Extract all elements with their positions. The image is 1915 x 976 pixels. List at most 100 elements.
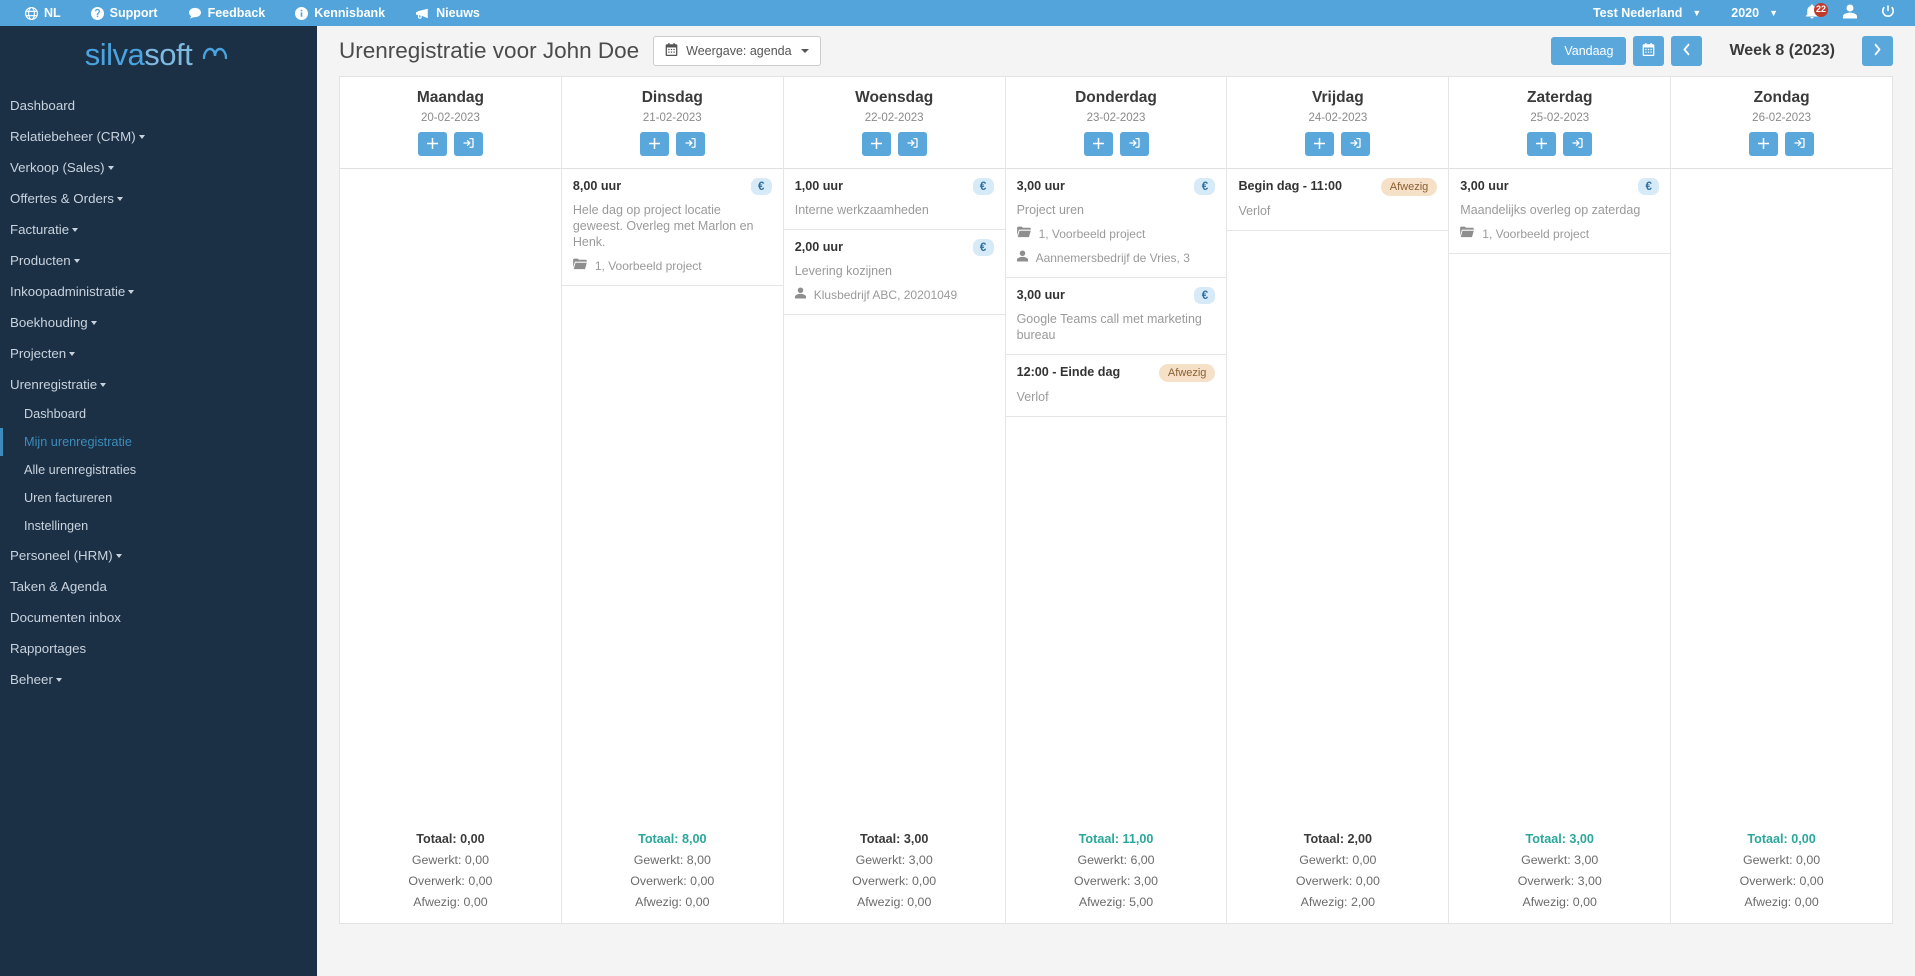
day-column: Woensdag 22-02-2023 1,00 uur € Interne werkz… xyxy=(783,77,1006,923)
time-entry-hours: 3,00 uur xyxy=(1016,179,1065,193)
chevron-down-icon: ▼ xyxy=(1769,8,1778,18)
time-entry-hours: Begin dag - 11:00 xyxy=(1238,179,1343,193)
sidebar: silvasoft Dashboard Relatiebeheer (CRM) … xyxy=(0,26,317,976)
register-day-button[interactable] xyxy=(675,132,705,156)
sidebar-item-boekhouding[interactable]: Boekhouding xyxy=(0,307,317,338)
time-entry-hours: 3,00 uur xyxy=(1016,288,1065,302)
add-hours-button[interactable] xyxy=(1749,132,1779,156)
add-hours-button[interactable] xyxy=(861,132,891,156)
time-entry[interactable]: 3,00 uur € Google Teams call met marketing… xyxy=(1005,278,1227,355)
page-header: Urenregistratie voor John Doe Weergave: … xyxy=(317,26,1915,76)
day-absent: Afwezig: 5,00 xyxy=(1078,895,1154,909)
sign-out-icon xyxy=(462,137,475,152)
sidebar-subitem-mijn-urenregistratie[interactable]: Mijn urenregistratie xyxy=(0,428,317,456)
day-totals: Totaal: 8,00 Gewerkt: 8,00 Overwerk: 0,00 A… xyxy=(562,824,783,923)
day-date: 23-02-2023 xyxy=(1086,112,1146,124)
sidebar-item-documenten-inbox[interactable]: Documenten inbox xyxy=(0,602,317,633)
user-icon xyxy=(794,287,806,303)
day-date: 22-02-2023 xyxy=(864,112,924,124)
topbar-item-kennisbank[interactable]: Kennisbank xyxy=(280,0,400,26)
sidebar-item-taken-agenda[interactable]: Taken & Agenda xyxy=(0,571,317,602)
time-entry-meta: Klusbedrijf ABC, 20201049 xyxy=(794,287,994,303)
caret-down-icon xyxy=(72,228,79,233)
sidebar-item-dashboard[interactable]: Dashboard xyxy=(0,90,317,121)
day-worked: Gewerkt: 0,00 xyxy=(411,853,489,867)
topbar-item-support[interactable]: Support xyxy=(76,0,173,26)
day-absent: Afwezig: 0,00 xyxy=(856,895,932,909)
time-entry-meta-label: Aannemersbedrijf de Vries, 3 xyxy=(1035,250,1190,265)
globe-icon xyxy=(25,6,38,20)
time-entry-meta-label: 1, Voorbeeld project xyxy=(594,258,702,273)
sidebar-item-label: Rapportages xyxy=(10,641,87,656)
time-entry[interactable]: Begin dag - 11:00 Afwezig Verlof xyxy=(1227,169,1449,231)
register-day-button[interactable] xyxy=(1341,132,1371,156)
day-name: Zondag xyxy=(1753,89,1810,106)
register-day-button[interactable] xyxy=(897,132,927,156)
add-hours-button[interactable] xyxy=(1527,132,1557,156)
day-date: 25-02-2023 xyxy=(1530,112,1590,124)
sidebar-subitem-dashboard[interactable]: Dashboard xyxy=(0,400,317,428)
logout-button[interactable] xyxy=(1869,4,1907,22)
sidebar-item-producten[interactable]: Producten xyxy=(0,245,317,276)
sidebar-subitem-instellingen[interactable]: Instellingen xyxy=(0,512,317,540)
topbar-item-nieuws[interactable]: Nieuws xyxy=(400,0,495,26)
sidebar-item-relatiebeheer[interactable]: Relatiebeheer (CRM) xyxy=(0,121,317,152)
brand-logo[interactable]: silvasoft xyxy=(0,26,317,84)
topbar-item-label: Kennisbank xyxy=(314,6,386,20)
next-week-button[interactable] xyxy=(1862,36,1893,66)
company-selector[interactable]: Test Nederland ▼ xyxy=(1578,0,1716,26)
sidebar-item-projecten[interactable]: Projecten xyxy=(0,338,317,369)
previous-week-button[interactable] xyxy=(1671,36,1703,66)
day-column: Vrijdag 24-02-2023 Begin dag - 11:00 Afwezi… xyxy=(1227,77,1450,923)
caret-down-icon xyxy=(55,678,62,683)
day-entries: 3,00 uur € Project uren 1, Voorbeeld projec… xyxy=(1005,169,1227,824)
day-entries: 1,00 uur € Interne werkzaamheden 2,00 uur € L… xyxy=(783,169,1005,824)
time-entry[interactable]: 3,00 uur € Maandelijks overleg op zaterdag… xyxy=(1449,169,1671,254)
time-entry[interactable]: 3,00 uur € Project uren 1, Voorbeeld projec… xyxy=(1005,169,1227,278)
sidebar-item-inkoopadministratie[interactable]: Inkoopadministratie xyxy=(0,276,317,307)
day-absent: Afwezig: 2,00 xyxy=(1300,895,1376,909)
today-button[interactable]: Vandaag xyxy=(1551,37,1627,65)
plus-icon xyxy=(870,137,882,152)
sidebar-item-label: Verkoop (Sales) xyxy=(10,160,105,175)
sidebar-item-offertes-orders[interactable]: Offertes & Orders xyxy=(0,183,317,214)
register-day-button[interactable] xyxy=(453,132,483,156)
day-worked: Gewerkt: 3,00 xyxy=(1521,853,1599,867)
sidebar-item-facturatie[interactable]: Facturatie xyxy=(0,214,317,245)
year-selector[interactable]: 2020 ▼ xyxy=(1716,0,1793,26)
sidebar-item-rapportages[interactable]: Rapportages xyxy=(0,633,317,664)
user-profile-button[interactable] xyxy=(1831,4,1869,22)
day-totals: Totaal: 0,00 Gewerkt: 0,00 Overwerk: 0,00 A… xyxy=(340,824,561,923)
time-entry[interactable]: 2,00 uur € Levering kozijnen Klusbedrijf AB… xyxy=(783,230,1005,315)
time-entry[interactable]: 8,00 uur € Hele dag op project locatie gew… xyxy=(561,169,783,286)
day-entries xyxy=(1671,169,1892,824)
day-action-buttons xyxy=(1231,132,1444,156)
billable-euro-badge: € xyxy=(1638,178,1660,195)
time-entry[interactable]: 1,00 uur € Interne werkzaamheden xyxy=(783,169,1005,230)
time-entry[interactable]: 12:00 - Einde dag Afwezig Verlof xyxy=(1005,355,1227,417)
sidebar-item-personeel[interactable]: Personeel (HRM) xyxy=(0,540,317,571)
topbar-item-feedback[interactable]: Feedback xyxy=(173,0,281,26)
sidebar-item-verkoop[interactable]: Verkoop (Sales) xyxy=(0,152,317,183)
day-absent: Afwezig: 0,00 xyxy=(1744,895,1819,909)
sidebar-item-beheer[interactable]: Beheer xyxy=(0,664,317,695)
register-day-button[interactable] xyxy=(1119,132,1149,156)
sidebar-item-label: Alle urenregistraties xyxy=(24,463,137,477)
add-hours-button[interactable] xyxy=(1083,132,1113,156)
sidebar-subitem-uren-factureren[interactable]: Uren factureren xyxy=(0,484,317,512)
view-mode-dropdown[interactable]: Weergave: agenda xyxy=(653,36,821,66)
day-total: Totaal: 3,00 xyxy=(859,832,929,846)
topbar-item-nl[interactable]: NL xyxy=(10,0,76,26)
sidebar-subitem-alle-urenregistraties[interactable]: Alle urenregistraties xyxy=(0,456,317,484)
day-header: Zaterdag 25-02-2023 xyxy=(1449,77,1671,169)
register-day-button[interactable] xyxy=(1785,132,1815,156)
sidebar-item-urenregistratie[interactable]: Urenregistratie xyxy=(0,369,317,400)
time-entry-description: Google Teams call met marketing bureau xyxy=(1016,312,1202,342)
add-hours-button[interactable] xyxy=(639,132,669,156)
notifications-button[interactable]: 22 xyxy=(1793,3,1831,22)
day-overtime: Overwerk: 3,00 xyxy=(1074,874,1159,888)
add-hours-button[interactable] xyxy=(1305,132,1335,156)
add-hours-button[interactable] xyxy=(417,132,447,156)
date-picker-button[interactable] xyxy=(1633,36,1665,66)
register-day-button[interactable] xyxy=(1563,132,1593,156)
